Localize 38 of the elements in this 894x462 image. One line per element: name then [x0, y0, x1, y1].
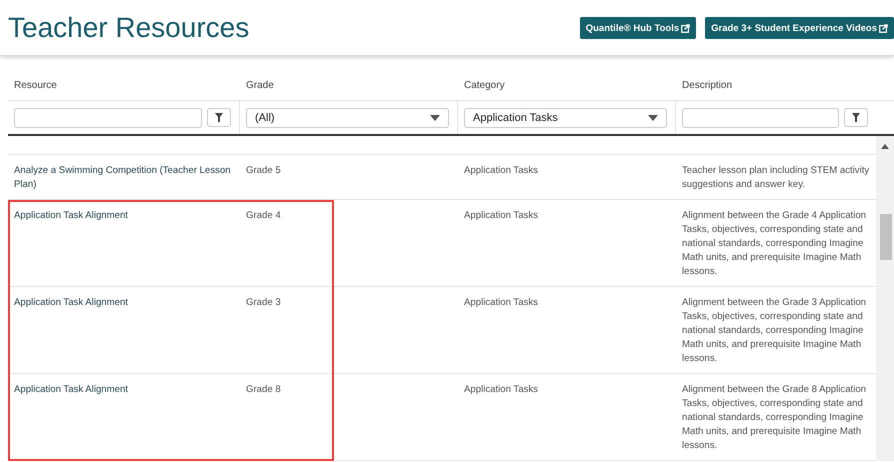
table-cell-text: Alignment between the Grade 8 Application Tasks, objectives, corresponding state and national standards, corresponding Imagine Math units, and prerequisite Imagine Math lessons. — [681, 383, 868, 453]
table-cell-text: Application Tasks — [463, 383, 539, 397]
table-cell-text: Alignment between the Grade 3 Application Tasks, objectives, corresponding state and national standards, corresponding Imagine Math units, and prerequisite Imagine Math lessons. — [681, 296, 868, 366]
table-cell-text: Application Tasks — [463, 209, 539, 223]
external-link-icon — [681, 24, 690, 32]
table-cell-text: Application Tasks — [463, 296, 539, 310]
table-cell-text: Analyze a Swimming Competition (Teacher Lesson Plan) — [13, 164, 232, 192]
link-button[interactable]: Grade 3+ Student Experience Videos — [705, 17, 894, 39]
table-cell-text: Application Task Alignment — [13, 296, 129, 310]
filter-dropdown[interactable]: Application Tasks — [464, 108, 667, 128]
filter-button[interactable] — [207, 108, 231, 127]
page-title: Teacher Resources — [8, 12, 250, 44]
caret-icon — [648, 114, 658, 120]
caret-icon — [430, 114, 440, 120]
external-link-icon — [879, 24, 888, 32]
filter-button[interactable] — [844, 108, 868, 127]
filter-field[interactable] — [14, 108, 202, 128]
column-header[interactable]: Grade — [240, 80, 274, 90]
table-cell-text: Application Task Alignment — [13, 209, 129, 223]
table-cell-text: Teacher lesson plan including STEM activity suggestions and answer key. — [681, 164, 870, 192]
table-cell-text: Grade 8 — [245, 383, 282, 397]
table-cell-text: Grade 5 — [245, 164, 282, 178]
table-cell-text: Alignment between the Grade 4 Application Tasks, objectives, corresponding state and national standards, corresponding Imagine Math units, and prerequisite Imagine Math lessons. — [681, 209, 868, 279]
filter-field[interactable] — [682, 108, 839, 128]
filter-icon — [852, 113, 860, 122]
column-header[interactable]: Description — [676, 80, 732, 90]
filter-dropdown[interactable]: (All) — [246, 108, 449, 128]
scrollbar-thumb[interactable] — [880, 214, 892, 260]
table-cell-text: Application Tasks — [463, 164, 539, 178]
column-header[interactable]: Category — [458, 80, 505, 90]
filter-icon — [215, 113, 223, 122]
table-cell-text: Grade 4 — [245, 209, 282, 223]
link-button[interactable]: Quantile® Hub Tools — [580, 17, 696, 39]
table-cell-text: Grade 3 — [245, 296, 282, 310]
scrollbar[interactable] — [876, 136, 894, 461]
table-cell-text: Application Task Alignment — [13, 383, 129, 397]
column-header[interactable]: Resource — [8, 80, 57, 90]
scroll-up-icon[interactable] — [881, 144, 889, 149]
